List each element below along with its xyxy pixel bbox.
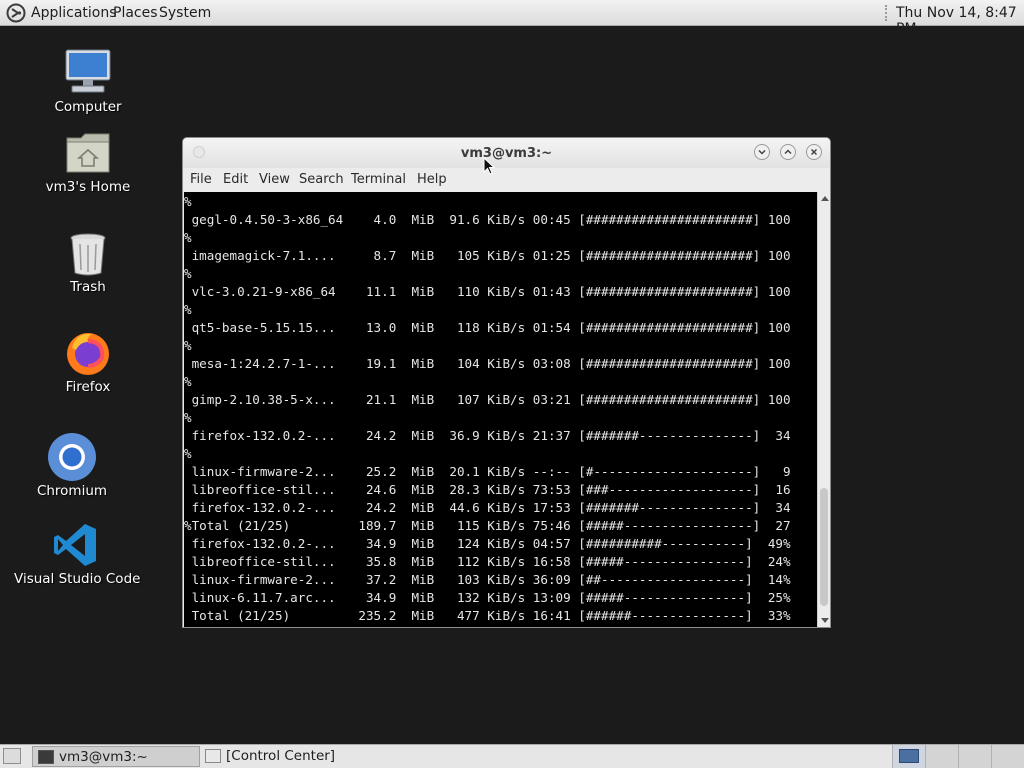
menu-help[interactable]: Help bbox=[417, 172, 447, 188]
workspace-2[interactable] bbox=[925, 745, 958, 768]
window-title: vm3@vm3:~ bbox=[460, 146, 553, 161]
top-panel: Applications Places System Thu Nov 14, 8… bbox=[0, 0, 1024, 37]
control-center-icon bbox=[205, 749, 221, 763]
taskbar-item-label: vm3@vm3:~ bbox=[59, 749, 148, 765]
system-menu[interactable]: System bbox=[159, 5, 211, 21]
terminal-output[interactable]: % gegl-0.4.50-3-x86_64 4.0 MiB 91.6 KiB/… bbox=[184, 192, 817, 627]
terminal-line: % bbox=[184, 338, 192, 353]
terminal-line: % bbox=[184, 302, 192, 317]
taskbar-item-control-center[interactable]: [Control Center] bbox=[200, 746, 400, 767]
terminal-line: % bbox=[184, 446, 192, 461]
workspace-window-preview bbox=[899, 749, 919, 763]
bottom-panel: vm3@vm3:~ [Control Center] bbox=[0, 744, 1024, 768]
distro-logo-icon[interactable] bbox=[6, 3, 26, 23]
terminal-line: % bbox=[184, 374, 192, 389]
desktop-icon-vscode[interactable]: Visual Studio Code bbox=[14, 518, 141, 590]
workspace-4[interactable] bbox=[991, 745, 1024, 768]
applications-menu[interactable]: Applications bbox=[31, 5, 117, 21]
desktop-icon-computer[interactable]: Computer bbox=[40, 44, 136, 118]
chromium-icon bbox=[47, 432, 97, 486]
desktop-icon-firefox[interactable]: Firefox bbox=[40, 326, 136, 398]
trash-icon bbox=[69, 232, 107, 280]
terminal-line: linux-6.11.7.arc... 34.9 MiB 132 KiB/s 1… bbox=[184, 590, 791, 605]
terminal-line: linux-firmware-2... 37.2 MiB 103 KiB/s 3… bbox=[184, 572, 791, 587]
desktop-icon-label: Chromium bbox=[36, 483, 108, 499]
desktop-icon-label: Visual Studio Code bbox=[14, 571, 141, 587]
terminal-line: % bbox=[184, 410, 192, 425]
terminal-scrollbar[interactable] bbox=[817, 192, 830, 627]
firefox-icon bbox=[64, 328, 112, 380]
terminal-line: gimp-2.10.38-5-x... 21.1 MiB 107 KiB/s 0… bbox=[184, 392, 791, 407]
menu-view[interactable]: View bbox=[259, 172, 290, 188]
terminal-line: % bbox=[184, 194, 192, 209]
maximize-button[interactable] bbox=[780, 144, 796, 160]
taskbar-item-terminal[interactable]: vm3@vm3:~ bbox=[32, 746, 200, 767]
home-folder-icon bbox=[65, 130, 111, 178]
terminal-line: % bbox=[184, 266, 192, 281]
menu-edit[interactable]: Edit bbox=[223, 172, 248, 188]
menu-search[interactable]: Search bbox=[299, 172, 344, 188]
mouse-pointer-icon bbox=[483, 156, 496, 179]
desktop-icon-label: vm3's Home bbox=[45, 179, 131, 195]
terminal-line: firefox-132.0.2-... 24.2 MiB 44.6 KiB/s … bbox=[184, 500, 791, 515]
terminal-menubar: File Edit View Search Terminal Help bbox=[183, 168, 830, 192]
clock[interactable]: Thu Nov 14, 8:47 PM bbox=[896, 5, 1024, 37]
workspace-1[interactable] bbox=[892, 745, 925, 768]
terminal-line: libreoffice-stil... 35.8 MiB 112 KiB/s 1… bbox=[184, 554, 791, 569]
window-titlebar[interactable]: vm3@vm3:~ bbox=[183, 138, 830, 168]
minimize-button[interactable] bbox=[754, 144, 770, 160]
desktop-icon-label: Trash bbox=[70, 279, 106, 295]
panel-separator bbox=[885, 5, 891, 21]
terminal-line: mesa-1:24.2.7-1-... 19.1 MiB 104 KiB/s 0… bbox=[184, 356, 791, 371]
desktop-icon-label: Firefox bbox=[65, 379, 111, 395]
terminal-line: firefox-132.0.2-... 34.9 MiB 124 KiB/s 0… bbox=[184, 536, 791, 551]
terminal-line: gegl-0.4.50-3-x86_64 4.0 MiB 91.6 KiB/s … bbox=[184, 212, 791, 227]
terminal-line: Total (21/25) 235.2 MiB 477 KiB/s 16:41 … bbox=[184, 608, 791, 623]
vscode-icon bbox=[52, 522, 98, 572]
terminal-line: linux-firmware-2... 25.2 MiB 20.1 KiB/s … bbox=[184, 464, 791, 479]
terminal-line: vlc-3.0.21-9-x86_64 11.1 MiB 110 KiB/s 0… bbox=[184, 284, 791, 299]
taskbar-item-label: [Control Center] bbox=[226, 748, 336, 764]
desktop-icon-label: Computer bbox=[54, 99, 122, 115]
scroll-down-arrow-icon[interactable] bbox=[821, 618, 829, 623]
workspace-3[interactable] bbox=[958, 745, 991, 768]
terminal-line: %Total (21/25) 189.7 MiB 115 KiB/s 75:46… bbox=[184, 518, 791, 533]
show-desktop-button[interactable] bbox=[3, 748, 21, 764]
terminal-line: qt5-base-5.15.15... 13.0 MiB 118 KiB/s 0… bbox=[184, 320, 791, 335]
terminal-icon bbox=[38, 750, 54, 764]
terminal-line: libreoffice-stil... 24.6 MiB 28.3 KiB/s … bbox=[184, 482, 791, 497]
desktop-icon-chromium[interactable]: Chromium bbox=[24, 430, 120, 502]
menu-terminal[interactable]: Terminal bbox=[351, 172, 406, 188]
places-menu[interactable]: Places bbox=[113, 5, 158, 21]
terminal-line: imagemagick-7.1.... 8.7 MiB 105 KiB/s 01… bbox=[184, 248, 791, 263]
terminal-line: % bbox=[184, 230, 192, 245]
terminal-window: vm3@vm3:~ File Edit View Search Terminal… bbox=[182, 137, 831, 628]
scrollbar-thumb[interactable] bbox=[820, 488, 828, 606]
menu-file[interactable]: File bbox=[190, 172, 212, 188]
close-button[interactable] bbox=[806, 144, 822, 160]
terminal-line: firefox-132.0.2-... 24.2 MiB 36.9 KiB/s … bbox=[184, 428, 791, 443]
computer-icon bbox=[64, 48, 112, 100]
desktop-icon-home[interactable]: vm3's Home bbox=[40, 128, 136, 202]
desktop-icon-trash[interactable]: Trash bbox=[40, 228, 136, 298]
scroll-up-arrow-icon[interactable] bbox=[821, 196, 829, 201]
